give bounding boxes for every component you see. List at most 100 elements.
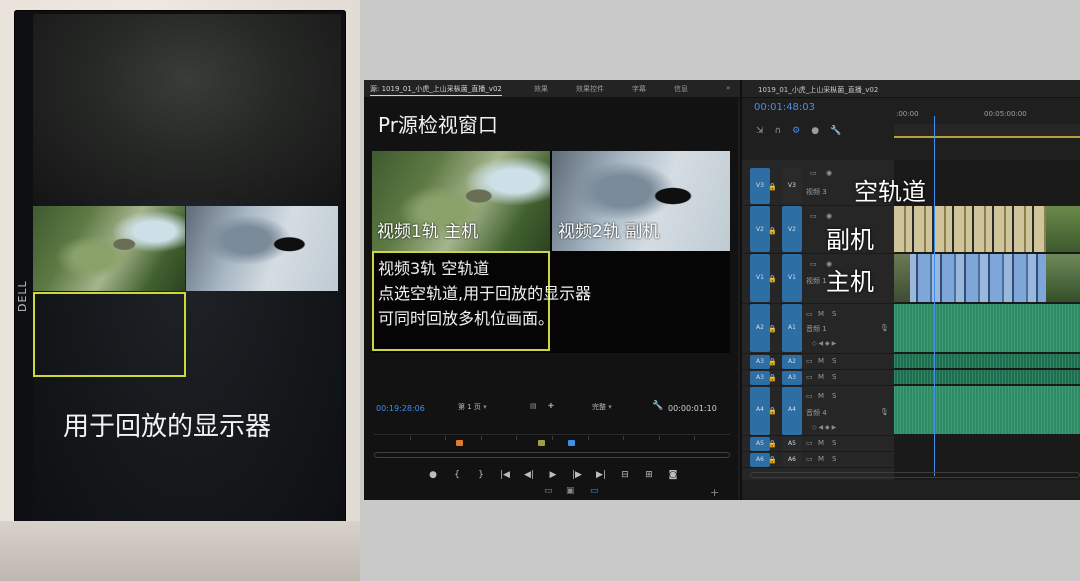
overwrite-button[interactable]: ⊞ — [642, 470, 656, 480]
track-header-a3[interactable]: A3 A3 🔒 ▭ M S — [742, 370, 894, 386]
timeline-toolbar: ⇲ ∩ ⚙ ● 🔧 — [756, 126, 841, 136]
video-clip-thumbnail[interactable] — [894, 254, 910, 302]
marker[interactable] — [538, 440, 545, 446]
track-header-a6[interactable]: A6 A6 🔒 ▭ M S — [742, 452, 894, 468]
tab-source[interactable]: 源: 1019_01_小虎_上山采枞菌_直播_v02 — [370, 84, 502, 96]
source-time-ruler[interactable] — [374, 434, 730, 448]
step-back-button[interactable]: ◀| — [522, 470, 536, 480]
sync-lock-icon[interactable]: ▭ — [810, 169, 817, 177]
mute-toggle[interactable]: M — [818, 439, 824, 447]
audio-clip-a3[interactable] — [894, 370, 1080, 384]
microphone-icon[interactable]: 🎙 — [880, 324, 889, 332]
mute-toggle[interactable]: M — [818, 310, 824, 318]
mute-toggle[interactable]: M — [818, 357, 824, 365]
lock-icon[interactable]: 🔒 — [768, 440, 777, 448]
mute-toggle[interactable]: M — [818, 392, 824, 400]
sync-lock-icon[interactable]: ▭ — [806, 392, 813, 400]
timeline-timecode[interactable]: 00:01:48:03 — [754, 102, 815, 113]
track-header-a4[interactable]: A4 A4 🔒 ▭ M S 音频 4 🎙 ◇ ◀ ◆ ▶ — [742, 386, 894, 436]
playback-resolution-select[interactable]: 完整 — [592, 402, 612, 412]
solo-toggle[interactable]: S — [832, 357, 836, 365]
lock-icon[interactable]: 🔒 — [768, 407, 777, 415]
target-label: A5 — [788, 440, 796, 447]
step-forward-button[interactable]: |▶ — [570, 470, 584, 480]
lock-icon[interactable]: 🔒 — [768, 183, 777, 191]
target-label: A4 — [788, 406, 796, 413]
keyframe-nav-icon[interactable]: ◇ ◀ ◆ ▶ — [812, 340, 836, 347]
playhead[interactable] — [568, 440, 575, 446]
timeline-scrollbar[interactable] — [750, 472, 1080, 478]
insert-button[interactable]: ⊟ — [618, 470, 632, 480]
lock-icon[interactable]: 🔒 — [768, 456, 777, 464]
target-label: V3 — [788, 182, 796, 189]
lock-icon[interactable]: 🔒 — [768, 325, 777, 333]
settings-icon[interactable]: ✚ — [548, 402, 554, 410]
solo-toggle[interactable]: S — [832, 310, 836, 318]
description-line: 可同时回放多机位画面。 — [378, 309, 555, 328]
sync-lock-icon[interactable]: ▭ — [810, 260, 817, 268]
solo-toggle[interactable]: S — [832, 439, 836, 447]
audio-clip-a1[interactable] — [894, 304, 1080, 352]
lock-icon[interactable]: 🔒 — [768, 275, 777, 283]
audio-clip-a4[interactable] — [894, 386, 1080, 434]
timeline-ruler[interactable] — [894, 124, 1080, 138]
track-header-a5[interactable]: A5 A5 🔒 ▭ M S — [742, 436, 894, 452]
eye-icon[interactable]: ◉ — [826, 212, 832, 220]
mute-toggle[interactable]: M — [818, 455, 824, 463]
add-marker-icon[interactable]: ● — [811, 126, 819, 136]
video-clip-thumbnail[interactable] — [1046, 206, 1080, 252]
export-frame-icon[interactable]: ▤ — [530, 402, 537, 410]
mute-toggle[interactable]: M — [818, 373, 824, 381]
page-select[interactable]: 第 1 页 — [458, 402, 487, 412]
sync-lock-icon[interactable]: ▭ — [806, 455, 813, 463]
drag-audio-only-icon[interactable]: ▣ — [566, 486, 575, 496]
drag-video-only-icon[interactable]: ▭ — [544, 486, 553, 496]
go-to-out-button[interactable]: ▶| — [594, 470, 608, 480]
video-clip-thumbnail[interactable] — [1046, 254, 1080, 302]
tab-effects[interactable]: 效果 — [534, 84, 548, 94]
tab-info[interactable]: 信息 — [674, 84, 688, 94]
overlay-empty-track-label: 空轨道 — [854, 178, 926, 206]
sync-lock-icon[interactable]: ▭ — [810, 212, 817, 220]
lock-icon[interactable]: 🔒 — [768, 374, 777, 382]
timeline-clip-area[interactable] — [894, 160, 1080, 480]
sync-lock-icon[interactable]: ▭ — [806, 310, 813, 318]
patch-label: A4 — [756, 406, 764, 413]
nest-icon[interactable]: ⇲ — [756, 126, 764, 136]
track-header-a2[interactable]: A3 A2 🔒 ▭ M S — [742, 354, 894, 370]
timeline-sequence-tab[interactable]: 1019_01_小虎_上山采枞菌_直播_v02 — [758, 85, 878, 95]
wrench-icon[interactable]: 🔧 — [830, 126, 841, 136]
sync-lock-icon[interactable]: ▭ — [806, 357, 813, 365]
source-in-timecode[interactable]: 00:19:28:06 — [376, 404, 425, 413]
export-frame-button[interactable]: ◙ — [666, 470, 680, 480]
lock-icon[interactable]: 🔒 — [768, 227, 777, 235]
add-marker-button[interactable]: ● — [426, 470, 440, 480]
microphone-icon[interactable]: 🎙 — [880, 408, 889, 416]
source-zoom-scrollbar[interactable] — [374, 452, 730, 458]
monitor-frame-main-camera — [33, 206, 185, 291]
solo-toggle[interactable]: S — [832, 373, 836, 381]
tab-captions[interactable]: 字幕 — [632, 84, 646, 94]
sync-lock-icon[interactable]: ▭ — [806, 373, 813, 381]
safe-margins-icon[interactable]: ▭ — [590, 486, 599, 496]
add-button[interactable]: + — [710, 486, 719, 499]
in-point-marker[interactable] — [456, 440, 463, 446]
tab-overflow-button[interactable]: » — [726, 84, 730, 92]
eye-icon[interactable]: ◉ — [826, 169, 832, 177]
tab-effect-controls[interactable]: 效果控件 — [576, 84, 604, 94]
play-button[interactable]: ▶ — [546, 470, 560, 480]
snap-icon[interactable]: ∩ — [775, 126, 782, 136]
timeline-playhead-line[interactable] — [934, 116, 935, 476]
linked-selection-icon[interactable]: ⚙ — [792, 126, 800, 136]
track-header-a1[interactable]: A2 A1 🔒 ▭ M S 音频 1 🎙 ◇ ◀ ◆ ▶ — [742, 304, 894, 354]
solo-toggle[interactable]: S — [832, 455, 836, 463]
wrench-icon[interactable]: 🔧 — [652, 401, 663, 411]
solo-toggle[interactable]: S — [832, 392, 836, 400]
audio-clip-a2[interactable] — [894, 354, 1080, 368]
keyframe-nav-icon[interactable]: ◇ ◀ ◆ ▶ — [812, 424, 836, 431]
mark-out-button[interactable]: } — [474, 470, 488, 480]
mark-in-button[interactable]: { — [450, 470, 464, 480]
go-to-in-button[interactable]: |◀ — [498, 470, 512, 480]
sync-lock-icon[interactable]: ▭ — [806, 439, 813, 447]
lock-icon[interactable]: 🔒 — [768, 358, 777, 366]
